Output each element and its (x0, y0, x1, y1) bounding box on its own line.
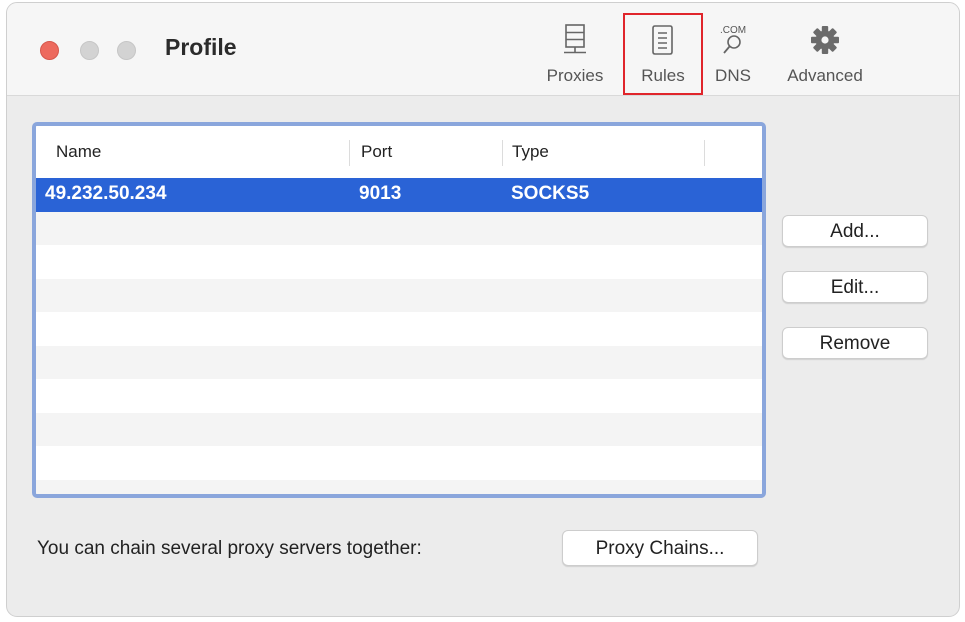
column-header-name[interactable]: Name (56, 142, 101, 162)
document-icon (625, 23, 701, 57)
table-rows: 49.232.50.234 9013 SOCKS5 (36, 178, 762, 494)
gear-icon (775, 23, 875, 57)
column-divider (349, 140, 350, 166)
toolbar-advanced-label: Advanced (787, 66, 863, 85)
remove-button[interactable]: Remove (782, 327, 928, 359)
title-bar: Profile Proxies Rules .COM DNS Advanced (7, 3, 959, 96)
table-row-empty[interactable] (36, 446, 762, 480)
profile-window: Profile Proxies Rules .COM DNS Advanced … (6, 2, 960, 617)
close-window-button[interactable] (40, 41, 59, 60)
cell-name: 49.232.50.234 (45, 183, 167, 204)
minimize-window-button[interactable] (80, 41, 99, 60)
dns-icon-text: .COM (720, 25, 746, 36)
toolbar-proxies[interactable]: Proxies (537, 17, 613, 91)
add-button[interactable]: Add... (782, 215, 928, 247)
proxy-table[interactable]: Name Port Type 49.232.50.234 9013 SOCKS5 (32, 122, 766, 498)
table-row-empty[interactable] (36, 379, 762, 413)
table-row-empty[interactable] (36, 211, 762, 245)
toolbar-dns[interactable]: .COM DNS (704, 17, 762, 91)
proxy-chains-button[interactable]: Proxy Chains... (562, 530, 758, 566)
zoom-window-button[interactable] (117, 41, 136, 60)
edit-button[interactable]: Edit... (782, 271, 928, 303)
toolbar-rules-label: Rules (641, 66, 685, 85)
toolbar-dns-label: DNS (715, 66, 751, 85)
table-row-empty[interactable] (36, 412, 762, 446)
table-row-selected[interactable]: 49.232.50.234 9013 SOCKS5 (36, 178, 762, 212)
proxy-chain-label: You can chain several proxy servers toge… (37, 538, 422, 559)
cell-type: SOCKS5 (511, 183, 590, 204)
column-header-port[interactable]: Port (361, 142, 392, 162)
table-row-empty[interactable] (36, 312, 762, 346)
cell-port: 9013 (359, 183, 402, 204)
toolbar-advanced[interactable]: Advanced (775, 17, 875, 91)
window-title: Profile (165, 34, 237, 60)
column-divider (704, 140, 705, 166)
toolbar-rules[interactable]: Rules (623, 13, 703, 95)
table-row-empty[interactable] (36, 345, 762, 379)
table-row-empty[interactable] (36, 278, 762, 312)
dns-com-icon: .COM (704, 23, 762, 57)
table-row-empty[interactable] (36, 245, 762, 279)
table-row-empty[interactable] (36, 479, 762, 494)
table-header: Name Port Type (36, 126, 762, 178)
toolbar-proxies-label: Proxies (546, 66, 604, 85)
column-header-type[interactable]: Type (512, 142, 549, 162)
server-icon (537, 23, 613, 57)
column-divider (502, 140, 503, 166)
